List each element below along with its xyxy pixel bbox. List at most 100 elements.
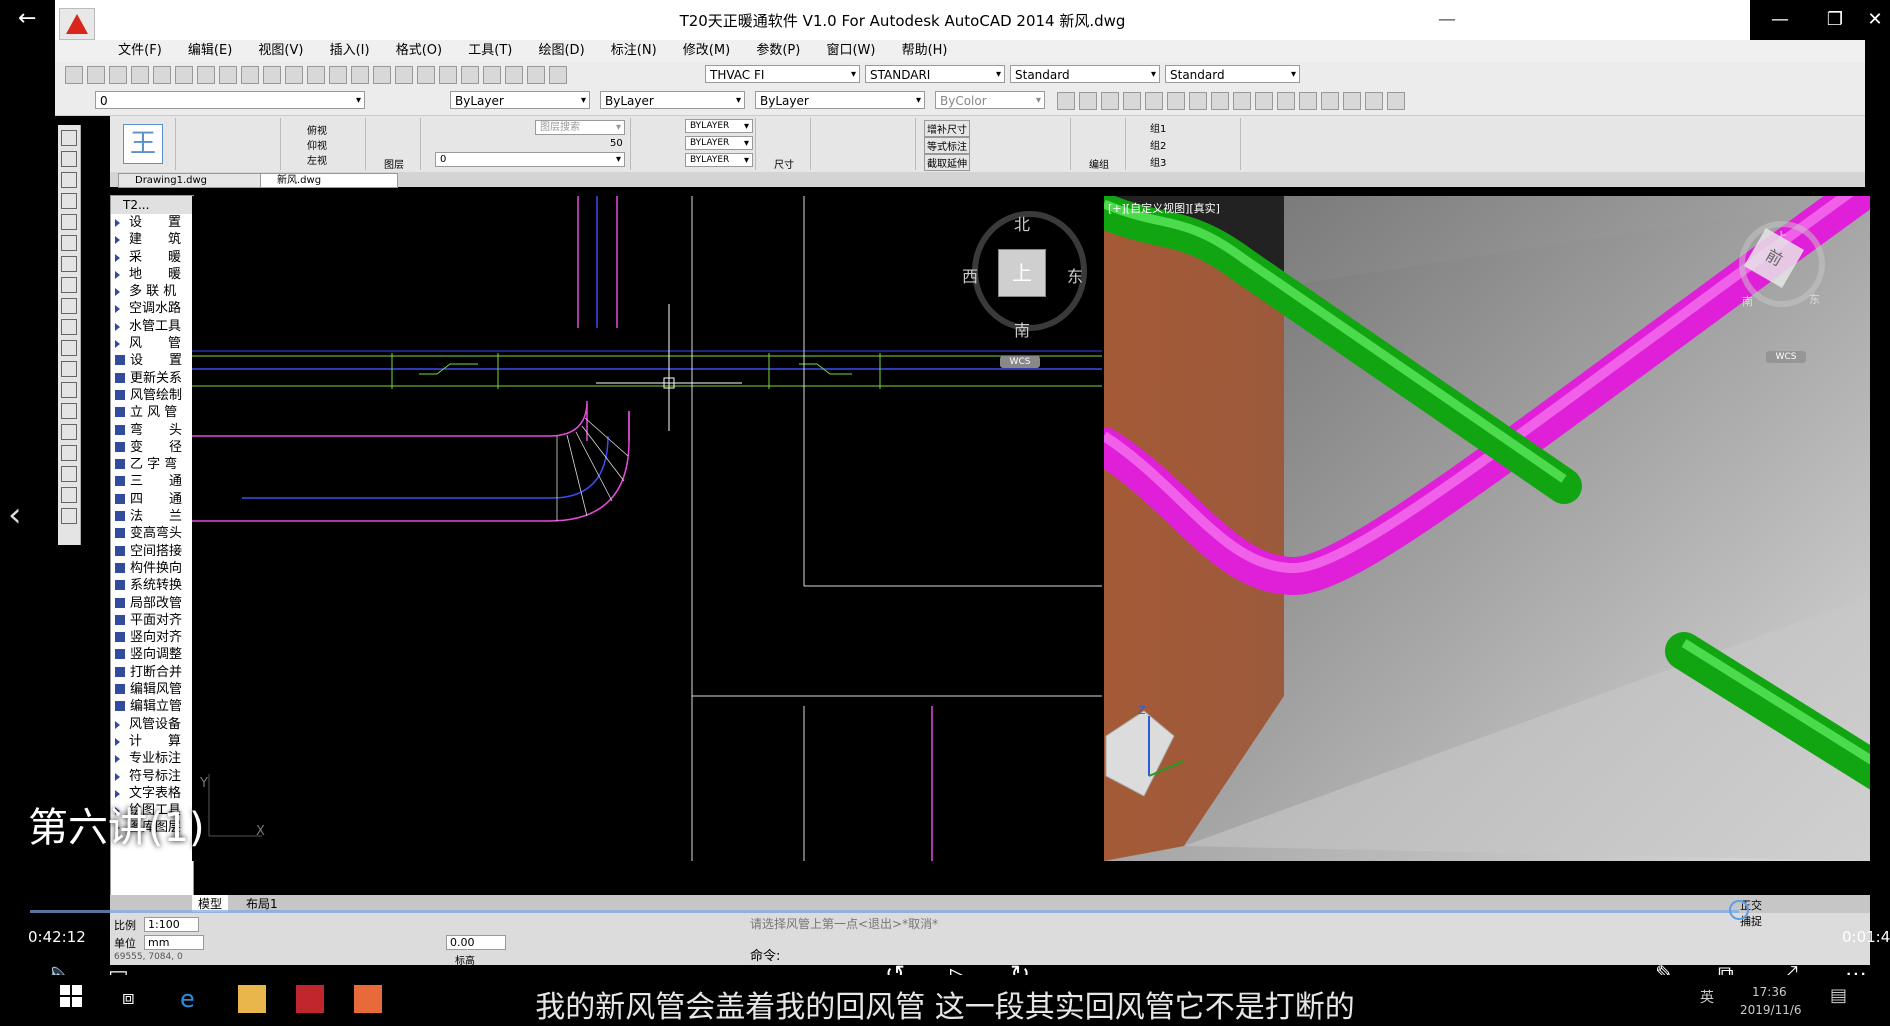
menu-draw[interactable]: 绘图(D)	[527, 40, 595, 62]
arc-icon[interactable]	[61, 235, 77, 251]
t20-menu-item[interactable]: 空间搭接	[111, 543, 193, 560]
t20-menu-item[interactable]: 竖向调整	[111, 646, 193, 663]
unit-combo[interactable]: mm	[144, 935, 205, 950]
menu-tools[interactable]: 工具(T)	[457, 40, 523, 62]
iso-se-icon[interactable]	[1211, 92, 1229, 110]
t20-menu-item[interactable]: 地 暖	[111, 266, 193, 283]
insert-block-icon[interactable]	[61, 361, 77, 377]
make-block-icon[interactable]	[61, 382, 77, 398]
ellipse-icon[interactable]	[61, 319, 77, 335]
t20-menu-item[interactable]: 平面对齐	[111, 612, 193, 629]
minimize-player-icon[interactable]: —	[1750, 0, 1810, 40]
mleader-style-combo[interactable]: Standard	[1165, 65, 1300, 84]
t20-menu-item[interactable]: 更新关系	[111, 370, 193, 387]
t20-menu-item[interactable]: 采 暖	[111, 249, 193, 266]
construction-line-icon[interactable]	[61, 151, 77, 167]
shade-icon[interactable]	[1321, 92, 1339, 110]
t20-menu-item[interactable]: 立 风 管	[111, 404, 193, 421]
menu-help[interactable]: 帮助(H)	[891, 40, 959, 62]
t20-menu-item[interactable]: 设 置	[111, 214, 193, 231]
dim-equal-button[interactable]: 等式标注	[924, 137, 970, 154]
menu-dimension[interactable]: 标注(N)	[600, 40, 668, 62]
menu-parametric[interactable]: 参数(P)	[745, 40, 811, 62]
table-style-combo[interactable]: Standard	[1010, 65, 1160, 84]
print-icon[interactable]	[131, 66, 149, 84]
t20-menu-item[interactable]: 乙 字 弯	[111, 456, 193, 473]
t20-menu-item[interactable]: 系统转换	[111, 577, 193, 594]
new-icon[interactable]	[65, 66, 83, 84]
viewcube-top-face[interactable]: 上	[998, 249, 1046, 297]
preview-icon[interactable]	[153, 66, 171, 84]
t20-menu-item[interactable]: 编辑立管	[111, 698, 193, 715]
command-line[interactable]: 命令:	[750, 945, 1810, 964]
view-top-icon[interactable]	[1145, 92, 1163, 110]
t20-menu-item[interactable]: 设 置	[111, 352, 193, 369]
hatch-icon[interactable]	[61, 424, 77, 440]
layer-current-combo[interactable]: 0	[435, 152, 625, 167]
video-progress-bar[interactable]	[30, 910, 1739, 913]
point-icon[interactable]	[61, 403, 77, 419]
tool-palette-icon[interactable]	[461, 66, 479, 84]
gradient-icon[interactable]	[61, 445, 77, 461]
save-icon[interactable]	[109, 66, 127, 84]
group-button[interactable]: 编组	[1075, 118, 1126, 171]
t20-menu-item[interactable]: 多 联 机	[111, 283, 193, 300]
back-arrow-icon[interactable]: ←	[18, 6, 36, 31]
color-combo[interactable]: ByLayer	[450, 91, 590, 110]
redo-icon[interactable]	[307, 66, 325, 84]
3d-viewport[interactable]: Z 前 上 南 东 WCS	[1104, 196, 1870, 861]
text-style-combo[interactable]: THVAC FI	[705, 65, 860, 84]
t20-menu-item[interactable]: 变高弯头	[111, 525, 193, 542]
t20-menu-item[interactable]: 局部改管	[111, 595, 193, 612]
match-icon[interactable]	[263, 66, 281, 84]
menu-window[interactable]: 窗口(W)	[815, 40, 886, 62]
view-back-icon[interactable]	[1079, 92, 1097, 110]
help-icon[interactable]	[549, 66, 567, 84]
calc-icon[interactable]	[527, 66, 545, 84]
viewcube-3d-east[interactable]: 东	[1809, 291, 1820, 307]
paste-icon[interactable]	[241, 66, 259, 84]
compass-west[interactable]: 西	[962, 263, 978, 287]
publish-icon[interactable]	[175, 66, 193, 84]
dim-trim-button[interactable]: 截取延伸	[924, 154, 970, 171]
compass-north[interactable]: 北	[1014, 211, 1030, 235]
t20-menu-item[interactable]: 符号标注	[111, 768, 193, 785]
t20-menu-item[interactable]: 变 径	[111, 439, 193, 456]
t20-menu-item[interactable]: 弯 头	[111, 422, 193, 439]
menu-view[interactable]: 视图(V)	[247, 40, 314, 62]
t20-menu-item[interactable]: 三 通	[111, 473, 193, 490]
iso-nw-icon[interactable]	[1255, 92, 1273, 110]
plan-viewport[interactable]: Y X 上 北 南 西 东 WCS	[192, 196, 1102, 861]
light-icon[interactable]	[1387, 92, 1405, 110]
t20-menu-item[interactable]: 水管工具	[111, 318, 193, 335]
markup-icon[interactable]	[505, 66, 523, 84]
t20-menu-item[interactable]: 法 兰	[111, 508, 193, 525]
viewport-label[interactable]: [+][自定义视图][真实]	[1108, 200, 1220, 216]
iso-sw-icon[interactable]	[1189, 92, 1207, 110]
view-bottom-icon[interactable]	[1167, 92, 1185, 110]
wcs-menu-3d[interactable]: WCS	[1766, 351, 1806, 363]
region-icon[interactable]	[61, 466, 77, 482]
menu-modify[interactable]: 修改(M)	[672, 40, 741, 62]
menu-file[interactable]: 文件(F)	[107, 40, 173, 62]
t20-menu-item[interactable]: 计 算	[111, 733, 193, 750]
bylayer-lineweight-combo[interactable]: BYLAYER	[685, 153, 753, 167]
view-front-icon[interactable]	[1057, 92, 1075, 110]
view-left-option[interactable]: 左视	[307, 152, 327, 167]
scale-combo[interactable]: 1:100	[144, 917, 199, 932]
zoom-icon[interactable]	[351, 66, 369, 84]
table-icon[interactable]	[61, 487, 77, 503]
spline-icon[interactable]	[61, 298, 77, 314]
view-right-icon[interactable]	[1123, 92, 1141, 110]
viewcube-3d-south[interactable]: 南	[1742, 293, 1753, 309]
zoom-window-icon[interactable]	[373, 66, 391, 84]
menu-format[interactable]: 格式(O)	[385, 40, 453, 62]
dim-add-button[interactable]: 增补尺寸	[924, 120, 970, 137]
t20-menu-item[interactable]: 空调水路	[111, 300, 193, 317]
revcloud-icon[interactable]	[61, 277, 77, 293]
rectangle-icon[interactable]	[61, 214, 77, 230]
design-center-icon[interactable]	[439, 66, 457, 84]
dim-button[interactable]: 尺寸	[760, 118, 811, 171]
render-icon[interactable]	[1343, 92, 1361, 110]
layer-combo[interactable]: 0	[95, 91, 365, 110]
